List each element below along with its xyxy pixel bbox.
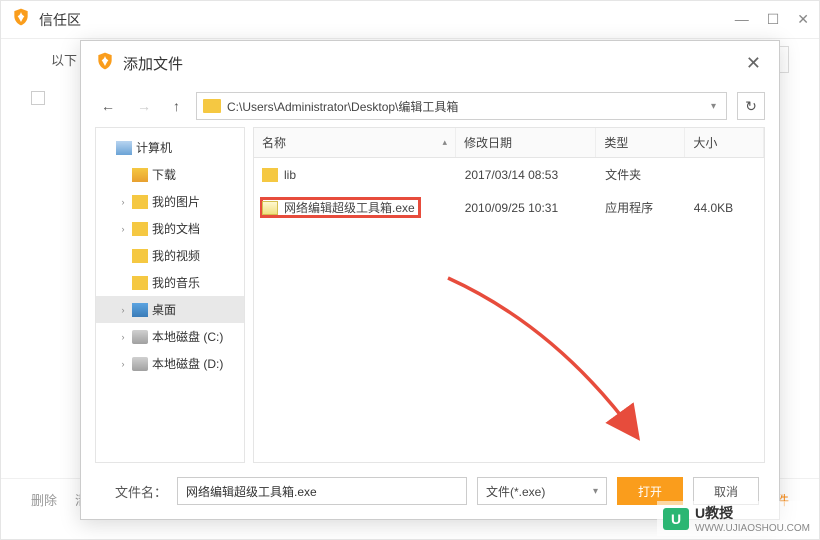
file-rows: lib 2017/03/14 08:53 文件夹 网络编辑超级工具箱.exe 2… <box>254 158 764 224</box>
folder-icon <box>132 195 148 209</box>
dialog-body: 计算机下载 › 我的图片 › 我的文档我的视频我的音乐 › 桌面 › 本地磁盘 (C:) › 本地磁… <box>81 127 779 463</box>
tree-item-label: 下载 <box>152 166 176 183</box>
column-name[interactable]: 名称▴ <box>254 128 456 157</box>
file-size <box>686 171 764 179</box>
tree-item[interactable]: › 桌面 <box>96 296 244 323</box>
add-file-dialog: 添加文件 ✕ ← → ↑ C:\Users\Administrator\Desk… <box>80 40 780 520</box>
file-row[interactable]: lib 2017/03/14 08:53 文件夹 <box>254 158 764 191</box>
file-row[interactable]: 网络编辑超级工具箱.exe 2010/09/25 10:31 应用程序 44.0… <box>254 191 764 224</box>
file-list: 名称▴ 修改日期 类型 大小 lib 2017/03/14 08:53 文件夹 … <box>253 127 765 463</box>
nav-row: ← → ↑ C:\Users\Administrator\Desktop\编辑工… <box>81 85 779 127</box>
expand-icon[interactable]: › <box>118 305 128 315</box>
toolbar-prefix: 以下 <box>51 50 77 69</box>
file-date: 2017/03/14 08:53 <box>457 164 597 186</box>
exe-icon <box>262 201 278 215</box>
delete-link[interactable]: 删除 <box>31 490 57 509</box>
folder-icon <box>262 168 278 182</box>
filename-input[interactable] <box>177 477 467 505</box>
dialog-header: 添加文件 ✕ <box>81 41 779 85</box>
tree-item-label: 我的图片 <box>152 193 200 210</box>
folder-tree: 计算机下载 › 我的图片 › 我的文档我的视频我的音乐 › 桌面 › 本地磁盘 (C:) › 本地磁… <box>95 127 245 463</box>
file-type: 应用程序 <box>597 195 686 220</box>
main-window-title: 信任区 <box>39 10 735 30</box>
folder-icon <box>203 99 221 113</box>
folder-icon <box>132 276 148 290</box>
folder-icon <box>132 249 148 263</box>
filename-label: 文件名： <box>115 482 167 501</box>
tree-item-label: 桌面 <box>152 301 176 318</box>
desktop-icon <box>132 303 148 317</box>
tree-item[interactable]: › 我的文档 <box>96 215 244 242</box>
tree-item-label: 我的音乐 <box>152 274 200 291</box>
chevron-down-icon: ▾ <box>593 486 598 497</box>
column-date[interactable]: 修改日期 <box>456 128 596 157</box>
disk-icon <box>132 330 148 344</box>
checkbox[interactable] <box>31 91 45 105</box>
tree-item-label: 我的文档 <box>152 220 200 237</box>
file-name: 网络编辑超级工具箱.exe <box>284 199 415 216</box>
tree-item-label: 本地磁盘 (C:) <box>152 328 223 345</box>
tree-item[interactable]: › 本地磁盘 (D:) <box>96 350 244 377</box>
maximize-button[interactable]: ☐ <box>767 11 780 28</box>
expand-icon[interactable]: › <box>118 359 128 369</box>
column-size[interactable]: 大小 <box>685 128 764 157</box>
tree-item[interactable]: 计算机 <box>96 134 244 161</box>
refresh-button[interactable]: ↻ <box>737 92 765 120</box>
minimize-button[interactable]: — <box>735 11 749 28</box>
tree-item[interactable]: › 本地磁盘 (C:) <box>96 323 244 350</box>
sort-asc-icon: ▴ <box>442 137 447 148</box>
file-name: lib <box>284 168 296 182</box>
filetype-select[interactable]: 文件(*.exe) ▾ <box>477 477 607 505</box>
shield-icon <box>95 51 115 76</box>
folder-icon <box>132 222 148 236</box>
tree-item[interactable]: 我的视频 <box>96 242 244 269</box>
column-type[interactable]: 类型 <box>596 128 685 157</box>
expand-icon[interactable]: › <box>118 197 128 207</box>
window-controls: — ☐ ✕ <box>735 11 809 28</box>
watermark: U U教授 WWW.UJIAOSHOU.COM <box>657 501 816 536</box>
file-date: 2010/09/25 10:31 <box>457 197 597 219</box>
computer-icon <box>116 141 132 155</box>
path-text: C:\Users\Administrator\Desktop\编辑工具箱 <box>227 98 458 115</box>
tree-item-label: 我的视频 <box>152 247 200 264</box>
nav-forward-button[interactable]: → <box>131 94 157 118</box>
main-titlebar: 信任区 — ☐ ✕ <box>1 1 819 39</box>
nav-back-button[interactable]: ← <box>95 94 121 118</box>
dialog-title: 添加文件 <box>123 53 742 74</box>
watermark-brand: U教授 <box>695 503 810 523</box>
chevron-down-icon[interactable]: ▾ <box>707 101 720 112</box>
tree-item[interactable]: 我的音乐 <box>96 269 244 296</box>
disk-icon <box>132 357 148 371</box>
close-button[interactable]: ✕ <box>797 11 809 28</box>
tree-item[interactable]: 下载 <box>96 161 244 188</box>
expand-icon[interactable]: › <box>118 332 128 342</box>
expand-icon[interactable]: › <box>118 224 128 234</box>
folder-dl-icon <box>132 168 148 182</box>
tree-item-label: 本地磁盘 (D:) <box>152 355 223 372</box>
path-bar[interactable]: C:\Users\Administrator\Desktop\编辑工具箱 ▾ <box>196 92 727 120</box>
watermark-url: WWW.UJIAOSHOU.COM <box>695 523 810 534</box>
dialog-close-button[interactable]: ✕ <box>742 49 765 78</box>
file-list-header: 名称▴ 修改日期 类型 大小 <box>254 128 764 158</box>
tree-item[interactable]: › 我的图片 <box>96 188 244 215</box>
tree-item-label: 计算机 <box>136 139 172 156</box>
file-size: 44.0KB <box>686 197 764 219</box>
watermark-logo: U <box>663 508 689 530</box>
nav-up-button[interactable]: ↑ <box>167 94 186 118</box>
shield-icon <box>11 7 31 32</box>
file-type: 文件夹 <box>597 162 686 187</box>
